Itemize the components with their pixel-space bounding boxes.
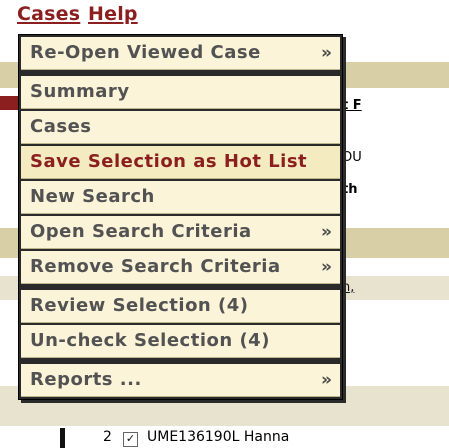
- menubar: Cases Help: [0, 0, 449, 28]
- menu-item-label: Reports ...: [30, 369, 142, 390]
- menu-item-review-selection[interactable]: Review Selection (4): [21, 290, 340, 323]
- submenu-arrow-icon: »: [321, 222, 332, 242]
- menu-item-label: Summary: [30, 81, 130, 102]
- menu-item-label: Re-Open Viewed Case: [30, 42, 261, 63]
- submenu-arrow-icon: »: [321, 370, 332, 390]
- submenu-arrow-icon: »: [321, 257, 332, 277]
- menu-item-label: Save Selection as Hot List: [30, 151, 308, 172]
- background-fragment-3: th: [342, 182, 358, 197]
- row-number: 2: [103, 429, 112, 445]
- submenu-arrow-icon: »: [321, 43, 332, 63]
- menu-item-new-search[interactable]: New Search: [21, 181, 340, 214]
- menu-item-save-selection-hot-list[interactable]: Save Selection as Hot List: [21, 146, 340, 179]
- menu-item-open-search-criteria[interactable]: Open Search Criteria »: [21, 216, 340, 249]
- cases-dropdown-menu: Re-Open Viewed Case » Summary Cases Save…: [18, 34, 343, 400]
- menu-item-label: Review Selection (4): [30, 295, 249, 316]
- menu-item-reopen-viewed-case[interactable]: Re-Open Viewed Case »: [21, 37, 340, 70]
- menu-item-remove-search-criteria[interactable]: Remove Search Criteria »: [21, 251, 340, 284]
- background-fragment-2: OU: [342, 150, 362, 165]
- menu-item-label: Un-check Selection (4): [30, 330, 270, 351]
- menu-item-label: Cases: [30, 116, 92, 137]
- menu-item-uncheck-selection[interactable]: Un-check Selection (4): [21, 325, 340, 358]
- menu-item-label: Remove Search Criteria: [30, 256, 281, 277]
- row-checkbox[interactable]: ✓: [123, 432, 138, 447]
- menu-item-cases[interactable]: Cases: [21, 111, 340, 144]
- background-fragment-4: n,: [342, 280, 355, 295]
- menu-item-label: Open Search Criteria: [30, 221, 252, 242]
- row-left-bar: [60, 428, 65, 448]
- background-fragment-1: t F: [342, 98, 362, 113]
- menu-help[interactable]: Help: [88, 3, 138, 25]
- menu-item-summary[interactable]: Summary: [21, 76, 340, 109]
- row-case-text[interactable]: UME136190L Hanna: [147, 428, 289, 446]
- menu-item-label: New Search: [30, 186, 155, 207]
- menu-cases[interactable]: Cases: [17, 3, 80, 25]
- menu-item-reports[interactable]: Reports ... »: [21, 364, 340, 397]
- background-mark: [0, 96, 18, 110]
